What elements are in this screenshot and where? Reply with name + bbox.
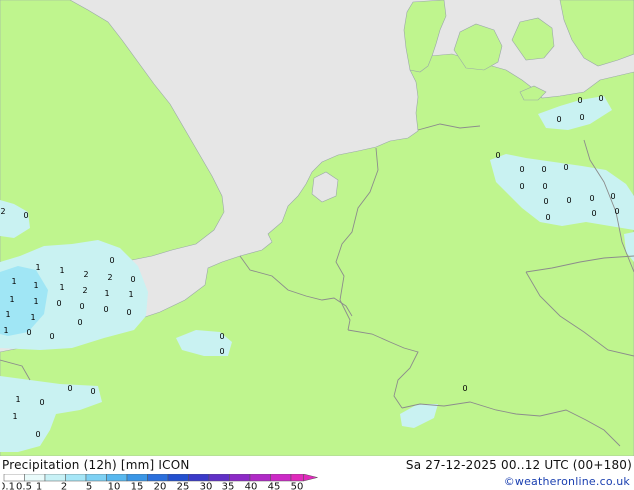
scale-color-box xyxy=(65,474,87,482)
precip-value-label: 0 xyxy=(545,213,550,222)
map-footer: Precipitation (12h) [mm] ICON Sa 27-12-2… xyxy=(0,456,634,490)
scale-color-box xyxy=(24,474,46,482)
precip-value-label: 0 xyxy=(26,328,31,337)
precip-value-label: 0 xyxy=(614,207,619,216)
precip-value-label: 0 xyxy=(591,209,596,218)
scale-tick-label: 30 xyxy=(200,482,213,490)
precip-value-label: 0 xyxy=(56,299,61,308)
scale-tick-label: 35 xyxy=(222,482,235,490)
precip-value-label: 1 xyxy=(128,290,133,299)
scale-tick-labels: 0.1 0.5 1 2 5 10 15 20 25 30 35 40 45 50 xyxy=(2,482,303,490)
precip-value-label: 0 xyxy=(542,182,547,191)
scale-tick-label: 40 xyxy=(245,482,258,490)
precip-value-label: 0 xyxy=(563,163,568,172)
precip-value-label: 0 xyxy=(67,384,72,393)
copyright-credit[interactable]: ©weatheronline.co.uk xyxy=(504,475,630,488)
scale-tick-label: 5 xyxy=(86,482,92,490)
precip-value-label: 0 xyxy=(103,305,108,314)
precip-value-label: 0 xyxy=(566,196,571,205)
scale-color-box xyxy=(44,474,66,482)
precip-value-label: 1 xyxy=(3,326,8,335)
precipitation-map: 2 0 1 1 2 0 2 0 1 1 1 2 1 1 1 1 0 0 0 0 1 1 0 1 0 0 0 0 0 0 1 0 1 0 0 0 0 0 0 0… xyxy=(0,0,634,457)
precip-value-label: 0 xyxy=(109,256,114,265)
precip-value-label: 2 xyxy=(83,270,88,279)
map-canvas: 2 0 1 1 2 0 2 0 1 1 1 2 1 1 1 1 0 0 0 0 1 1 0 1 0 0 0 0 0 0 1 0 1 0 0 0 0 0 0 0… xyxy=(0,0,634,457)
scale-tick-label: 0.5 xyxy=(16,482,32,490)
scale-color-box xyxy=(3,474,25,482)
scale-tick-label: 1 xyxy=(36,482,42,490)
precip-value-label: 0 xyxy=(219,332,224,341)
valid-time: Sa 27-12-2025 00..12 UTC (00+180) xyxy=(405,458,632,472)
precip-value-label: 0 xyxy=(579,113,584,122)
scale-color-box xyxy=(270,474,292,482)
precipitation-color-scale: 0.1 0.5 1 2 5 10 15 20 25 30 35 40 45 50 xyxy=(2,474,318,490)
scale-color-box xyxy=(106,474,128,482)
scale-color-box xyxy=(208,474,230,482)
precip-value-label: 1 xyxy=(104,289,109,298)
precip-value-label: 0 xyxy=(79,302,84,311)
precip-value-label: 1 xyxy=(59,283,64,292)
scale-arrow xyxy=(303,474,318,482)
scale-color-box xyxy=(126,474,148,482)
precip-value-label: 0 xyxy=(90,387,95,396)
precip-value-label: 0 xyxy=(39,398,44,407)
scale-tick-label: 10 xyxy=(108,482,121,490)
scale-tick-label: 50 xyxy=(291,482,304,490)
precip-value-label: 0 xyxy=(462,384,467,393)
precip-value-label: 0 xyxy=(577,96,582,105)
precip-value-label: 0 xyxy=(219,347,224,356)
scale-color-box xyxy=(290,474,304,482)
precip-value-label: 1 xyxy=(11,277,16,286)
scale-color-box xyxy=(167,474,189,482)
precip-value-label: 1 xyxy=(12,412,17,421)
precip-value-label: 2 xyxy=(82,286,87,295)
precip-value-label: 2 xyxy=(107,273,112,282)
precip-value-label: 1 xyxy=(15,395,20,404)
precip-value-label: 0 xyxy=(35,430,40,439)
scale-color-box xyxy=(147,474,169,482)
scale-color-boxes xyxy=(3,474,318,482)
precip-value-label: 1 xyxy=(30,313,35,322)
precip-value-label: 2 xyxy=(0,207,5,216)
precip-value-label: 0 xyxy=(610,192,615,201)
scale-tick-label: 20 xyxy=(154,482,167,490)
precip-value-label: 0 xyxy=(556,115,561,124)
precip-value-label: 0 xyxy=(495,151,500,160)
precip-value-label: 0 xyxy=(519,165,524,174)
scale-color-box xyxy=(188,474,210,482)
map-title: Precipitation (12h) [mm] ICON xyxy=(2,458,190,472)
precip-value-label: 0 xyxy=(541,165,546,174)
precip-value-label: 1 xyxy=(33,281,38,290)
precip-value-label: 0 xyxy=(49,332,54,341)
precip-value-label: 1 xyxy=(35,263,40,272)
scale-color-box xyxy=(85,474,107,482)
precip-value-label: 0 xyxy=(23,211,28,220)
precip-value-label: 0 xyxy=(598,94,603,103)
scale-tick-label: 25 xyxy=(177,482,190,490)
precip-value-label: 0 xyxy=(126,308,131,317)
precip-value-label: 0 xyxy=(519,182,524,191)
precip-value-label: 1 xyxy=(59,266,64,275)
precip-value-label: 0 xyxy=(543,197,548,206)
scale-tick-label: 15 xyxy=(131,482,144,490)
scale-color-box xyxy=(229,474,251,482)
scale-color-box xyxy=(249,474,271,482)
precip-value-label: 0 xyxy=(77,318,82,327)
scale-tick-label: 0.1 xyxy=(2,482,15,490)
precip-value-label: 1 xyxy=(33,297,38,306)
precip-value-label: 1 xyxy=(9,295,14,304)
precip-value-label: 0 xyxy=(130,275,135,284)
scale-tick-label: 45 xyxy=(268,482,281,490)
precip-value-label: 0 xyxy=(589,194,594,203)
precip-value-label: 1 xyxy=(5,310,10,319)
scale-tick-label: 2 xyxy=(61,482,67,490)
